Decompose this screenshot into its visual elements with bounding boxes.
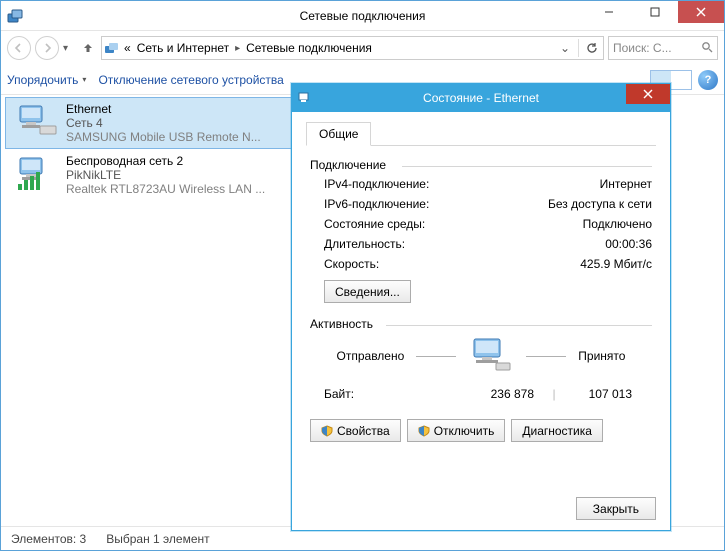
- activity-computer-icon: [468, 337, 514, 375]
- location-icon: [104, 40, 120, 56]
- diagnose-button[interactable]: Диагностика: [511, 419, 603, 442]
- recv-label: Принято: [578, 349, 625, 363]
- dialog-titlebar: Состояние - Ethernet: [292, 84, 670, 112]
- help-button[interactable]: ?: [698, 70, 718, 90]
- connection-network: Сеть 4: [66, 116, 296, 130]
- status-selected: Выбран 1 элемент: [106, 532, 209, 546]
- group-title: Подключение: [310, 158, 652, 174]
- breadcrumb-prefix: «: [122, 39, 133, 57]
- speed-value: 425.9 Мбит/с: [580, 257, 652, 271]
- connection-group: Подключение IPv4-подключение: Интернет IP…: [310, 158, 652, 303]
- chevron-down-icon: ▾: [82, 75, 86, 84]
- explorer-window: Сетевые подключения ▾ « Сеть и Интернет …: [0, 0, 725, 551]
- close-button[interactable]: [678, 1, 724, 23]
- media-value: Подключено: [583, 217, 652, 231]
- address-row: ▾ « Сеть и Интернет ▸ Сетевые подключени…: [1, 31, 724, 65]
- maximize-button[interactable]: [632, 1, 678, 23]
- window-titlebar: Сетевые подключения: [1, 1, 724, 31]
- connection-network: PikNikLTE: [66, 168, 296, 182]
- properties-button[interactable]: Свойства: [310, 419, 401, 442]
- dialog-title: Состояние - Ethernet: [423, 91, 539, 105]
- organize-menu[interactable]: Упорядочить▾: [7, 73, 86, 87]
- divider: [526, 356, 566, 357]
- status-count: Элементов: 3: [11, 532, 86, 546]
- shield-icon: [418, 425, 430, 437]
- window-icon: [7, 8, 23, 24]
- divider: |: [534, 387, 574, 401]
- disable-button[interactable]: Отключить: [407, 419, 506, 442]
- minimize-button[interactable]: [586, 1, 632, 23]
- connection-name: Беспроводная сеть 2: [66, 154, 296, 168]
- ipv4-value: Интернет: [600, 177, 652, 191]
- connection-item-ethernet[interactable]: Ethernet Сеть 4 SAMSUNG Mobile USB Remot…: [5, 97, 305, 149]
- media-label: Состояние среды:: [324, 217, 425, 231]
- history-dropdown[interactable]: ▾: [63, 43, 75, 54]
- shield-icon: [321, 425, 333, 437]
- connection-adapter: SAMSUNG Mobile USB Remote N...: [66, 130, 296, 144]
- breadcrumb-item[interactable]: Сеть и Интернет: [135, 39, 231, 57]
- connection-adapter: Realtek RTL8723AU Wireless LAN ...: [66, 182, 296, 196]
- chevron-right-icon: ▸: [233, 43, 242, 54]
- up-button[interactable]: [79, 39, 97, 57]
- search-input[interactable]: Поиск: С...: [608, 36, 718, 60]
- bytes-label: Байт:: [324, 387, 434, 401]
- ipv6-value: Без доступа к сети: [548, 197, 652, 211]
- activity-group: Активность Отправлено Принято Байт: 236 …: [310, 317, 652, 405]
- details-button[interactable]: Сведения...: [324, 280, 411, 303]
- duration-value: 00:00:36: [605, 237, 652, 251]
- tab-strip: Общие: [306, 122, 656, 146]
- divider: [416, 356, 456, 357]
- ipv4-label: IPv4-подключение:: [324, 177, 429, 191]
- bytes-received: 107 013: [574, 387, 652, 401]
- dialog-icon: [298, 91, 312, 105]
- sent-label: Отправлено: [337, 349, 405, 363]
- disable-device-button[interactable]: Отключение сетевого устройства: [98, 73, 283, 87]
- connection-item-wireless[interactable]: Беспроводная сеть 2 PikNikLTE Realtek RT…: [5, 149, 305, 201]
- window-title: Сетевые подключения: [300, 9, 426, 23]
- connections-list: Ethernet Сеть 4 SAMSUNG Mobile USB Remot…: [5, 97, 305, 201]
- speed-label: Скорость:: [324, 257, 379, 271]
- breadcrumb-item[interactable]: Сетевые подключения: [244, 39, 374, 57]
- ipv6-label: IPv6-подключение:: [324, 197, 429, 211]
- dialog-close-button[interactable]: [626, 84, 670, 104]
- address-bar[interactable]: « Сеть и Интернет ▸ Сетевые подключения …: [101, 36, 604, 60]
- bytes-sent: 236 878: [434, 387, 534, 401]
- group-title: Активность: [310, 317, 652, 333]
- address-dropdown[interactable]: ⌄: [556, 39, 574, 57]
- duration-label: Длительность:: [324, 237, 405, 251]
- connection-name: Ethernet: [66, 102, 296, 116]
- ethernet-icon: [16, 102, 58, 140]
- forward-button[interactable]: [35, 36, 59, 60]
- search-icon: [701, 41, 713, 56]
- ethernet-status-dialog: Состояние - Ethernet Общие Подключение I…: [291, 83, 671, 531]
- search-placeholder: Поиск: С...: [613, 41, 672, 55]
- close-dialog-button[interactable]: Закрыть: [576, 497, 656, 520]
- tab-general[interactable]: Общие: [306, 122, 371, 146]
- back-button[interactable]: [7, 36, 31, 60]
- wireless-icon: [16, 154, 58, 192]
- refresh-button[interactable]: [583, 39, 601, 57]
